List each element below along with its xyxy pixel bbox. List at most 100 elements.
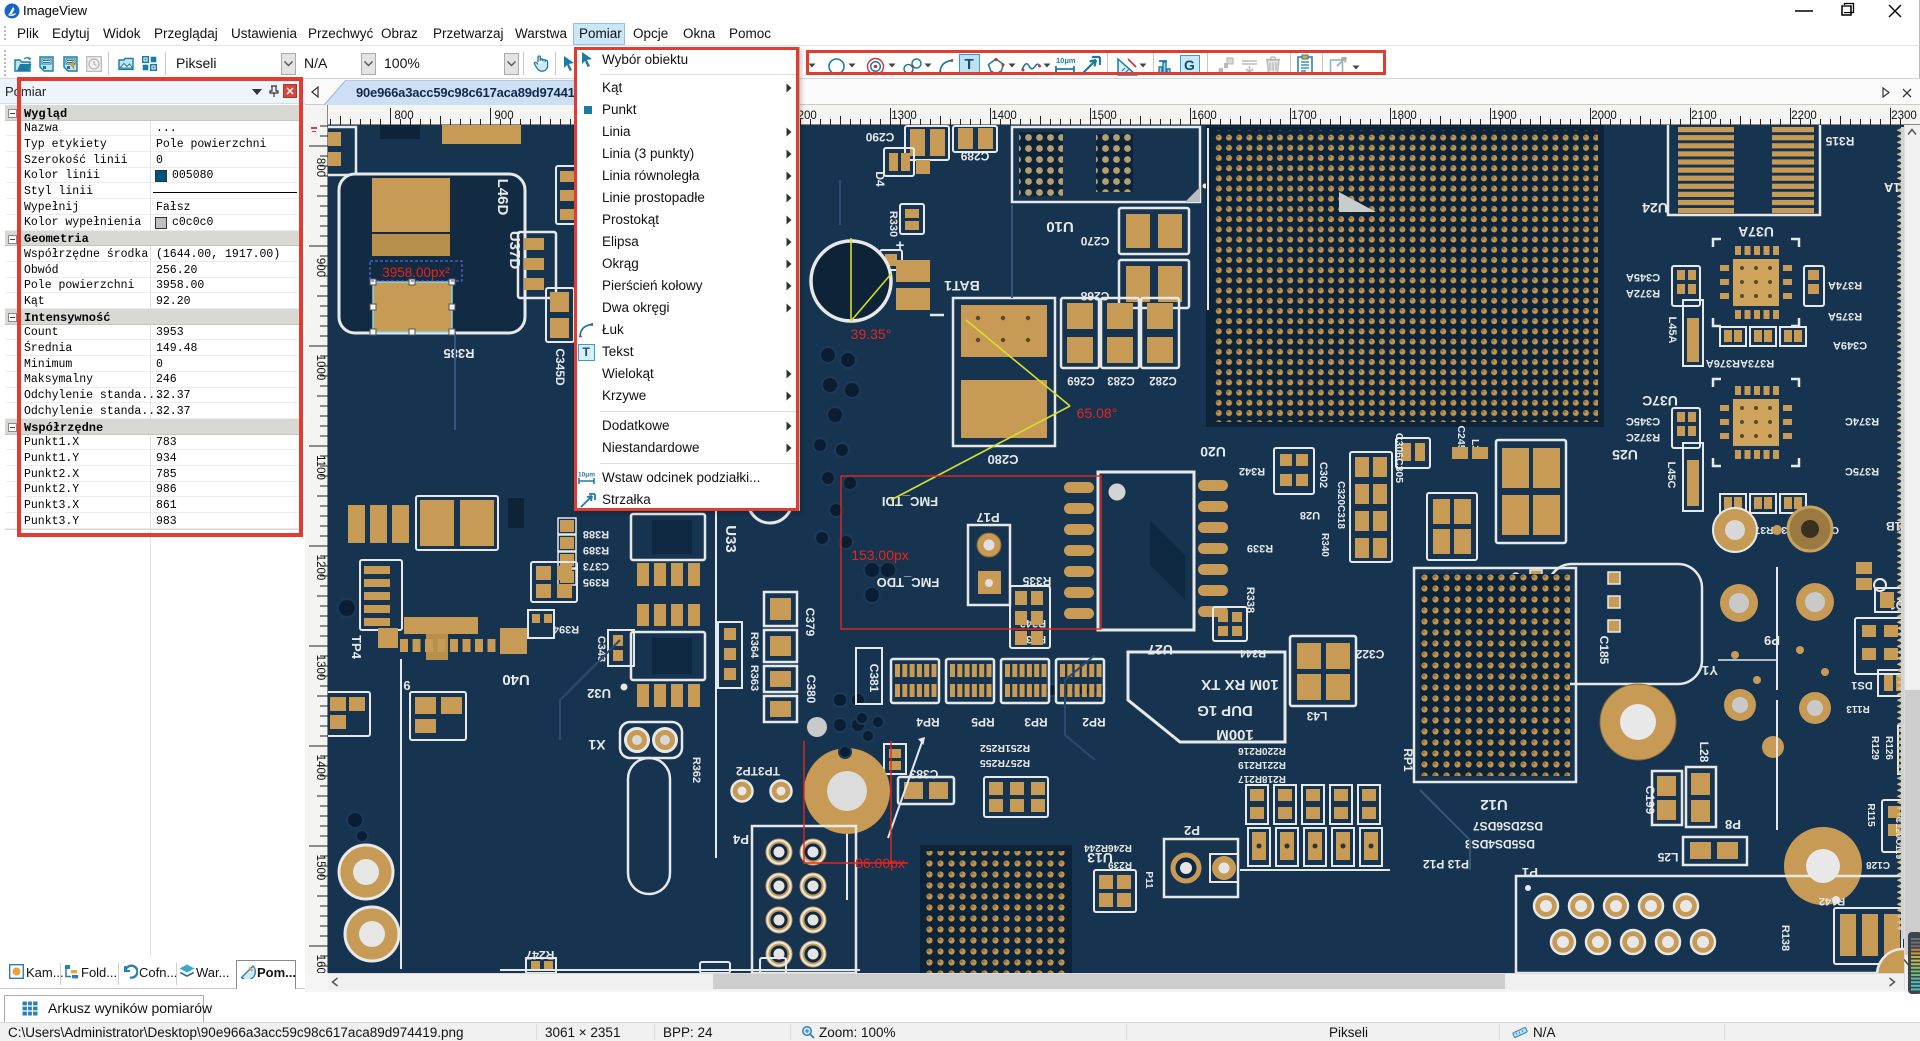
svg-text:U33: U33	[722, 525, 739, 553]
svg-text:P8: P8	[1725, 817, 1741, 832]
svg-text:2100: 2100	[1691, 110, 1717, 122]
svg-text:Y1: Y1	[1702, 663, 1718, 678]
svg-text:C373: C373	[583, 560, 609, 572]
svg-text:U12: U12	[1480, 796, 1508, 813]
svg-text:2300: 2300	[1891, 110, 1917, 122]
svg-text:L25: L25	[1657, 850, 1678, 864]
svg-text:R330: R330	[887, 211, 899, 237]
svg-text:R395: R395	[583, 576, 609, 588]
svg-text:R373AR376A: R373AR376A	[1706, 357, 1775, 369]
svg-text:C381: C381	[867, 664, 881, 693]
svg-text:10M RX TX: 10M RX TX	[1201, 676, 1279, 693]
svg-text:R221R219: R221R219	[1238, 759, 1286, 770]
svg-text:BAT1: BAT1	[944, 278, 980, 294]
svg-text:C383: C383	[909, 767, 938, 781]
svg-text:65.08°: 65.08°	[1077, 405, 1118, 421]
svg-text:R251R252: R251R252	[980, 742, 1030, 754]
svg-text:RP4: RP4	[916, 715, 940, 729]
svg-text:2000: 2000	[1591, 110, 1617, 122]
svg-text:1900: 1900	[1491, 110, 1517, 122]
svg-text:+: +	[896, 237, 905, 254]
svg-text:800: 800	[314, 158, 326, 177]
svg-text:L46D: L46D	[494, 179, 511, 216]
svg-text:C322: C322	[1355, 647, 1384, 661]
svg-text:C199: C199	[1643, 786, 1657, 815]
svg-text:P4: P4	[732, 832, 749, 847]
svg-text:R342: R342	[1239, 465, 1265, 477]
svg-text:L45A: L45A	[1666, 317, 1678, 344]
svg-text:R375A: R375A	[1828, 310, 1862, 322]
svg-text:R364: R364	[748, 632, 760, 659]
svg-text:1400: 1400	[991, 110, 1017, 122]
svg-text:153.00px: 153.00px	[851, 547, 909, 563]
svg-text:R246R244: R246R244	[1084, 842, 1132, 853]
svg-text:C320C318: C320C318	[1335, 481, 1346, 529]
svg-text:R389: R389	[583, 544, 609, 556]
svg-text:C345D: C345D	[553, 348, 567, 386]
svg-text:C345A: C345A	[1626, 271, 1660, 283]
svg-text:TP3TP2: TP3TP2	[736, 764, 780, 778]
svg-text:R115: R115	[1865, 803, 1876, 827]
svg-text:R339: R339	[1247, 542, 1273, 554]
svg-text:RP1: RP1	[1401, 748, 1415, 772]
svg-text:R340: R340	[1319, 533, 1330, 557]
svg-text:DS5DS4DS3: DS5DS4DS3	[1465, 837, 1535, 851]
svg-text:C245: C245	[1455, 425, 1467, 450]
svg-text:1800: 1800	[1391, 110, 1417, 122]
svg-text:1500: 1500	[1091, 110, 1117, 122]
svg-text:R338: R338	[1244, 587, 1256, 613]
svg-text:R239: R239	[1108, 859, 1132, 870]
svg-text:TP4: TP4	[349, 635, 364, 660]
svg-text:C345C: C345C	[1626, 415, 1660, 427]
svg-text:C268: C268	[1080, 289, 1109, 303]
svg-text:X1: X1	[588, 737, 605, 753]
svg-text:C302: C302	[1317, 462, 1329, 488]
svg-text:R385: R385	[443, 346, 474, 361]
svg-text:U24: U24	[1642, 200, 1668, 216]
svg-text:R247: R247	[525, 948, 554, 962]
svg-text:P13 P12: P13 P12	[1423, 857, 1469, 871]
svg-text:RP5: RP5	[971, 715, 995, 729]
svg-text:C283: C283	[1107, 374, 1135, 386]
svg-text:R220R216: R220R216	[1238, 745, 1286, 756]
svg-text:C349A: C349A	[1833, 339, 1867, 351]
svg-text:R372C: R372C	[1626, 431, 1660, 443]
svg-text:1300: 1300	[891, 110, 917, 122]
svg-text:C269: C269	[1067, 374, 1095, 386]
svg-text:L28: L28	[1697, 742, 1711, 763]
svg-text:P1: P1	[1522, 865, 1538, 880]
svg-text:R257R255: R257R255	[980, 757, 1030, 769]
svg-text:R374C: R374C	[1845, 415, 1879, 427]
svg-text:3958.00px²: 3958.00px²	[382, 265, 450, 280]
svg-text:86.00px: 86.00px	[855, 855, 905, 871]
svg-text:C380: C380	[804, 675, 818, 704]
svg-text:U20: U20	[1200, 444, 1226, 460]
svg-text:DS2DS6DS7: DS2DS6DS7	[1473, 819, 1543, 833]
svg-text:C282: C282	[1149, 374, 1177, 386]
svg-text:P11: P11	[1143, 871, 1154, 889]
svg-text:R113: R113	[1846, 703, 1870, 714]
svg-text:R142: R142	[1819, 895, 1845, 907]
svg-text:R315: R315	[1825, 134, 1854, 148]
svg-text:U37D: U37D	[506, 231, 523, 270]
svg-text:R218R217: R218R217	[1238, 773, 1286, 784]
svg-text:1600: 1600	[314, 955, 326, 973]
svg-text:RP3: RP3	[1024, 715, 1048, 729]
svg-text:R375C: R375C	[1845, 465, 1879, 477]
svg-text:C270: C270	[1080, 234, 1109, 248]
svg-text:C306C305: C306C305	[1393, 433, 1405, 483]
svg-text:R129: R129	[1869, 736, 1880, 760]
svg-text:P2: P2	[1184, 823, 1200, 838]
svg-text:R138: R138	[1779, 925, 1791, 951]
svg-text:2200: 2200	[1791, 110, 1817, 122]
svg-text:U40: U40	[502, 671, 530, 688]
svg-text:1700: 1700	[1291, 110, 1317, 122]
svg-text:U25: U25	[1612, 447, 1638, 463]
svg-text:U32: U32	[587, 686, 611, 701]
svg-text:900: 900	[314, 258, 326, 277]
svg-text:FMC_TDO: FMC_TDO	[877, 575, 940, 590]
svg-text:R126: R126	[1883, 736, 1894, 760]
svg-text:39.35°: 39.35°	[851, 326, 892, 342]
svg-text:R362: R362	[690, 757, 702, 783]
svg-text:FMC_TDI: FMC_TDI	[882, 494, 938, 509]
